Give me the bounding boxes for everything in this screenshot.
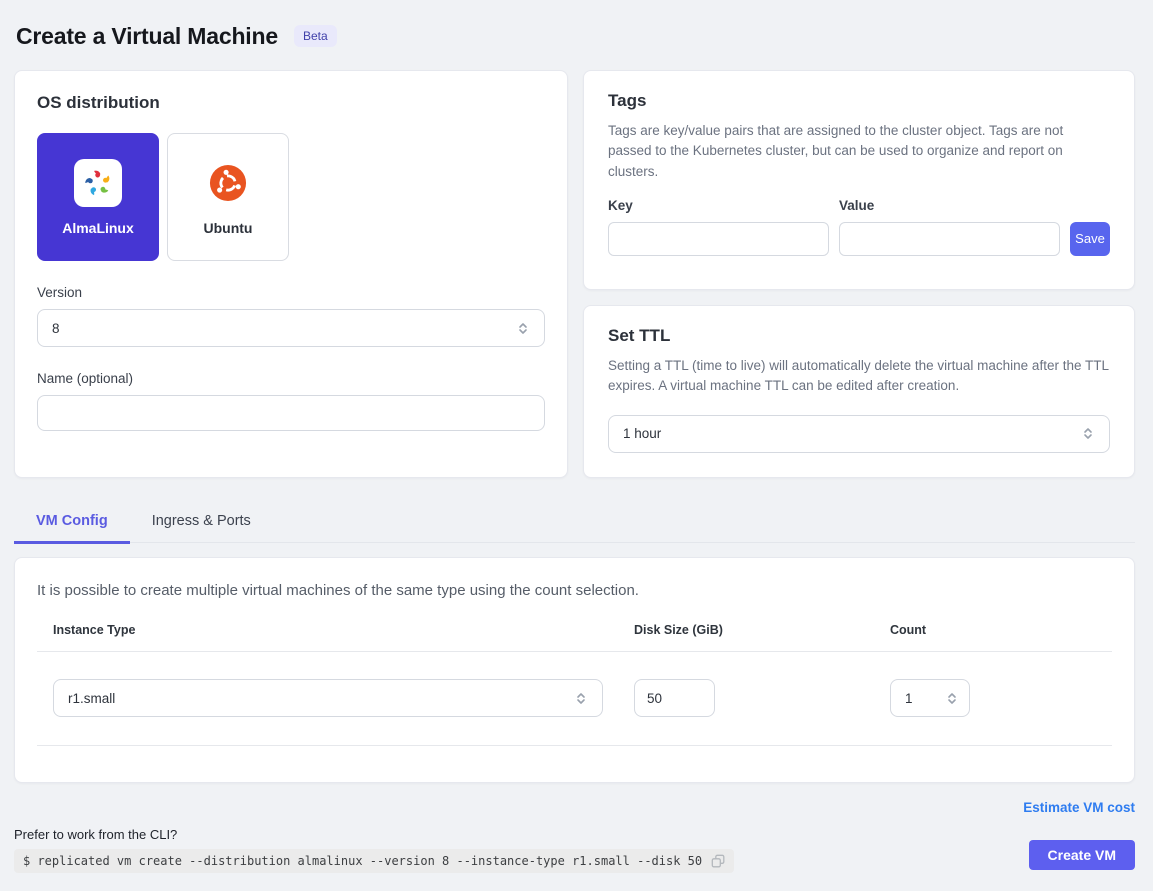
vm-config-card: It is possible to create multiple virtua… [14, 557, 1135, 783]
ttl-card-description: Setting a TTL (time to live) will automa… [608, 356, 1110, 397]
chevron-up-down-icon [945, 691, 959, 706]
tag-value-label: Value [839, 198, 1060, 213]
name-input[interactable] [37, 395, 545, 431]
os-distribution-card: OS distribution AlmaLinux [14, 70, 568, 478]
os-tiles: AlmaLinux Ubuntu [37, 133, 545, 261]
count-stepper[interactable]: 1 [890, 679, 970, 717]
config-tabs: VM Config Ingress & Ports [14, 500, 1135, 543]
os-tile-label: Ubuntu [204, 220, 253, 236]
tag-input-row: Key Value Save [608, 198, 1110, 256]
chevron-up-down-icon [516, 321, 530, 336]
ubuntu-logo-icon [204, 159, 252, 207]
cli-section: Prefer to work from the CLI? $ replicate… [14, 827, 734, 873]
count-cell: 1 [890, 679, 1096, 717]
instance-type-cell: r1.small [53, 679, 634, 717]
instance-type-value: r1.small [68, 691, 115, 706]
page-footer: Estimate VM cost Prefer to work from the… [14, 799, 1135, 873]
tag-value-column: Value [839, 198, 1060, 256]
chevron-up-down-icon [574, 691, 588, 706]
column-header-instance-type: Instance Type [53, 623, 634, 637]
ttl-select-value: 1 hour [623, 426, 661, 441]
estimate-row: Estimate VM cost [14, 799, 1135, 817]
beta-badge: Beta [294, 25, 337, 47]
cli-command-block: $ replicated vm create --distribution al… [14, 849, 734, 873]
column-header-disk-size: Disk Size (GiB) [634, 623, 890, 637]
tag-key-input[interactable] [608, 222, 829, 256]
page-title: Create a Virtual Machine [16, 23, 278, 50]
ttl-select[interactable]: 1 hour [608, 415, 1110, 453]
tab-ingress-ports[interactable]: Ingress & Ports [130, 500, 273, 544]
tag-key-label: Key [608, 198, 829, 213]
os-card-title: OS distribution [37, 93, 545, 113]
version-select[interactable]: 8 [37, 309, 545, 347]
chevron-up-down-icon [1081, 426, 1095, 441]
save-tag-button[interactable]: Save [1070, 222, 1110, 256]
disk-size-input[interactable] [634, 679, 715, 717]
vm-table-row: r1.small 1 [37, 652, 1112, 746]
tag-key-column: Key [608, 198, 829, 256]
column-header-count: Count [890, 623, 1096, 637]
set-ttl-card: Set TTL Setting a TTL (time to live) wil… [583, 305, 1135, 478]
os-tile-label: AlmaLinux [62, 220, 134, 236]
version-select-value: 8 [52, 321, 60, 336]
instance-type-select[interactable]: r1.small [53, 679, 603, 717]
cli-prompt-label: Prefer to work from the CLI? [14, 827, 734, 842]
cli-command-text: $ replicated vm create --distribution al… [23, 854, 702, 868]
version-label: Version [37, 285, 545, 300]
disk-size-cell [634, 679, 890, 717]
vm-table-header: Instance Type Disk Size (GiB) Count [37, 623, 1112, 652]
almalinux-logo-icon [74, 159, 122, 207]
os-tile-almalinux[interactable]: AlmaLinux [37, 133, 159, 261]
tags-card-title: Tags [608, 91, 1110, 111]
create-vm-button[interactable]: Create VM [1029, 840, 1135, 870]
name-label: Name (optional) [37, 371, 545, 386]
count-value: 1 [905, 691, 913, 706]
tab-vm-config[interactable]: VM Config [14, 500, 130, 544]
os-tile-ubuntu[interactable]: Ubuntu [167, 133, 289, 261]
vm-config-note: It is possible to create multiple virtua… [37, 582, 1112, 599]
page-header: Create a Virtual Machine Beta [0, 0, 1153, 56]
copy-icon[interactable] [711, 854, 725, 868]
top-cards-row: OS distribution AlmaLinux [14, 70, 1135, 478]
vm-table: Instance Type Disk Size (GiB) Count r1.s… [37, 623, 1112, 746]
tag-value-input[interactable] [839, 222, 1060, 256]
right-column: Tags Tags are key/value pairs that are a… [583, 70, 1135, 478]
tags-card-description: Tags are key/value pairs that are assign… [608, 121, 1110, 182]
footer-actions-row: Prefer to work from the CLI? $ replicate… [14, 827, 1135, 873]
ttl-card-title: Set TTL [608, 326, 1110, 346]
tags-card: Tags Tags are key/value pairs that are a… [583, 70, 1135, 290]
estimate-vm-cost-link[interactable]: Estimate VM cost [1023, 800, 1135, 815]
